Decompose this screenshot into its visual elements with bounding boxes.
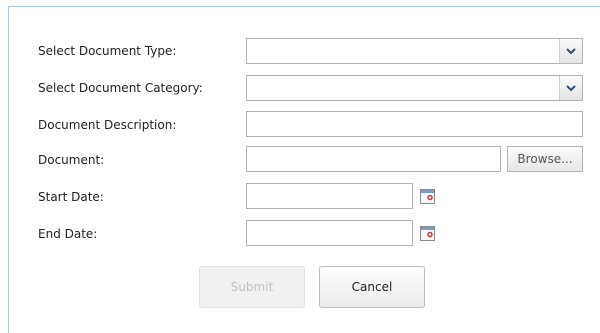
description-label: Document Description:	[38, 118, 177, 132]
cancel-button[interactable]: Cancel	[319, 266, 425, 308]
document-label: Document:	[38, 153, 105, 167]
doc-type-dropdown-button[interactable]	[559, 39, 582, 63]
start-date-calendar-button[interactable]	[416, 185, 438, 207]
document-file-input[interactable]	[246, 146, 501, 172]
doc-category-dropdown-button[interactable]	[559, 76, 582, 100]
end-date-label: End Date:	[38, 227, 98, 241]
start-date-input[interactable]	[246, 183, 413, 209]
calendar-icon	[419, 225, 435, 241]
chevron-down-icon	[566, 47, 576, 54]
submit-button[interactable]: Submit	[199, 266, 305, 308]
start-date-label: Start Date:	[38, 190, 104, 204]
doc-category-select[interactable]	[246, 75, 583, 101]
doc-category-label: Select Document Category:	[38, 81, 203, 95]
browse-button[interactable]: Browse...	[507, 146, 583, 172]
chevron-down-icon	[566, 84, 576, 91]
end-date-calendar-button[interactable]	[416, 222, 438, 244]
calendar-icon	[419, 188, 435, 204]
end-date-input[interactable]	[246, 220, 413, 246]
doc-type-select[interactable]	[246, 38, 583, 64]
doc-type-label: Select Document Type:	[38, 44, 177, 58]
description-input[interactable]	[246, 111, 583, 137]
